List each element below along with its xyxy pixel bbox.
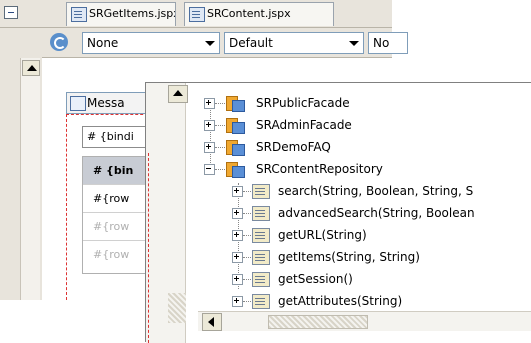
combo-value: Default [229, 36, 273, 50]
scrollbar-thumb[interactable] [268, 315, 368, 329]
tab-label: SRContent.jspx [207, 7, 291, 20]
package-label: SRPublicFacade [256, 96, 350, 110]
tree-node-package[interactable]: SRPublicFacade [204, 93, 524, 113]
expand-icon[interactable] [204, 142, 215, 153]
method-label: search(String, Boolean, String, S [278, 184, 474, 198]
palette-vertical-scrollbar[interactable] [146, 83, 188, 343]
method-icon [252, 228, 270, 243]
scroll-left-icon [208, 317, 214, 327]
scroll-up-icon [173, 90, 183, 96]
package-icon [226, 116, 245, 134]
scroll-left-button[interactable] [202, 313, 222, 331]
tree-node-method[interactable]: getURL(String) [232, 225, 531, 245]
combo-value: No [373, 36, 390, 50]
scroll-up-icon [27, 65, 37, 71]
messages-label: Messa [87, 96, 125, 110]
messages-component-tab[interactable]: Messa [66, 92, 146, 114]
editor-vertical-scrollbar[interactable] [20, 58, 40, 300]
messages-icon [70, 96, 86, 111]
tree-node-method[interactable]: advancedSearch(String, Boolean [232, 203, 531, 223]
combo-value: None [87, 36, 119, 50]
collapse-icon[interactable] [4, 6, 18, 19]
jspx-file-icon [189, 7, 205, 22]
package-icon [226, 160, 245, 178]
package-icon [226, 138, 245, 156]
table-row: #{row [93, 248, 130, 261]
tree-node-package-expanded[interactable]: SRContentRepository [204, 159, 524, 179]
package-label: SRDemoFAQ [256, 140, 331, 154]
expand-icon[interactable] [204, 98, 215, 109]
method-icon [252, 250, 270, 265]
jspx-file-icon [71, 7, 87, 22]
editor-toolbar: None Default No [42, 28, 408, 58]
scroll-up-button[interactable] [168, 85, 188, 103]
tree-node-method[interactable]: getAttributes(String) [232, 291, 531, 311]
expand-icon[interactable] [204, 120, 215, 131]
collapse-node-icon[interactable] [204, 164, 215, 175]
method-label: advancedSearch(String, Boolean [278, 206, 475, 220]
method-icon [252, 294, 270, 309]
scrollbar-thumb[interactable] [168, 293, 186, 323]
package-icon [226, 94, 245, 112]
style-combo[interactable]: None [82, 32, 220, 54]
selection-outline-edge [148, 153, 149, 343]
expand-icon[interactable] [232, 252, 243, 263]
dropdown-arrow-icon [205, 41, 215, 46]
tab-srcontent[interactable]: SRContent.jspx [184, 2, 334, 26]
scroll-up-button[interactable] [22, 60, 40, 76]
tree-node-method[interactable]: getItems(String, String) [232, 247, 531, 267]
tree-node-package[interactable]: SRAdminFacade [204, 115, 524, 135]
expand-icon[interactable] [232, 186, 243, 197]
package-label: SRContentRepository [256, 162, 383, 176]
method-icon [252, 184, 270, 199]
font-combo[interactable]: No [368, 32, 408, 54]
tab-label: SRGetItems.jspx [89, 7, 176, 20]
binding-input[interactable]: # {bindi [82, 126, 150, 148]
table-header: # {bin [83, 157, 151, 185]
method-label: getSession() [278, 272, 353, 286]
expand-icon[interactable] [232, 208, 243, 219]
method-label: getItems(String, String) [278, 250, 420, 264]
method-label: getAttributes(String) [278, 294, 403, 308]
editor-tab-strip: SRGetItems.jspx SRContent.jspx [0, 0, 392, 28]
table-row: #{row [83, 213, 151, 241]
dropdown-arrow-icon [349, 41, 359, 46]
package-label: SRAdminFacade [256, 118, 352, 132]
method-label: getURL(String) [278, 228, 367, 242]
data-table[interactable]: # {bin #{row #{row #{row [82, 156, 151, 274]
tree-node-package[interactable]: SRDemoFAQ [204, 137, 524, 157]
method-icon [252, 272, 270, 287]
class-combo[interactable]: Default [224, 32, 364, 54]
table-row: #{row [83, 185, 151, 213]
refresh-icon[interactable] [50, 33, 68, 51]
method-icon [252, 206, 270, 221]
tree-node-method[interactable]: search(String, Boolean, String, S [232, 181, 531, 201]
tree-node-method[interactable]: getSession() [232, 269, 531, 289]
expand-icon[interactable] [232, 230, 243, 241]
palette-horizontal-scrollbar[interactable] [198, 311, 531, 331]
tab-srgetitems[interactable]: SRGetItems.jspx [66, 2, 176, 26]
expand-icon[interactable] [232, 296, 243, 307]
expand-icon[interactable] [232, 274, 243, 285]
data-control-palette: SRPublicFacade SRAdminFacade SRDemoFAQ S… [145, 82, 531, 343]
